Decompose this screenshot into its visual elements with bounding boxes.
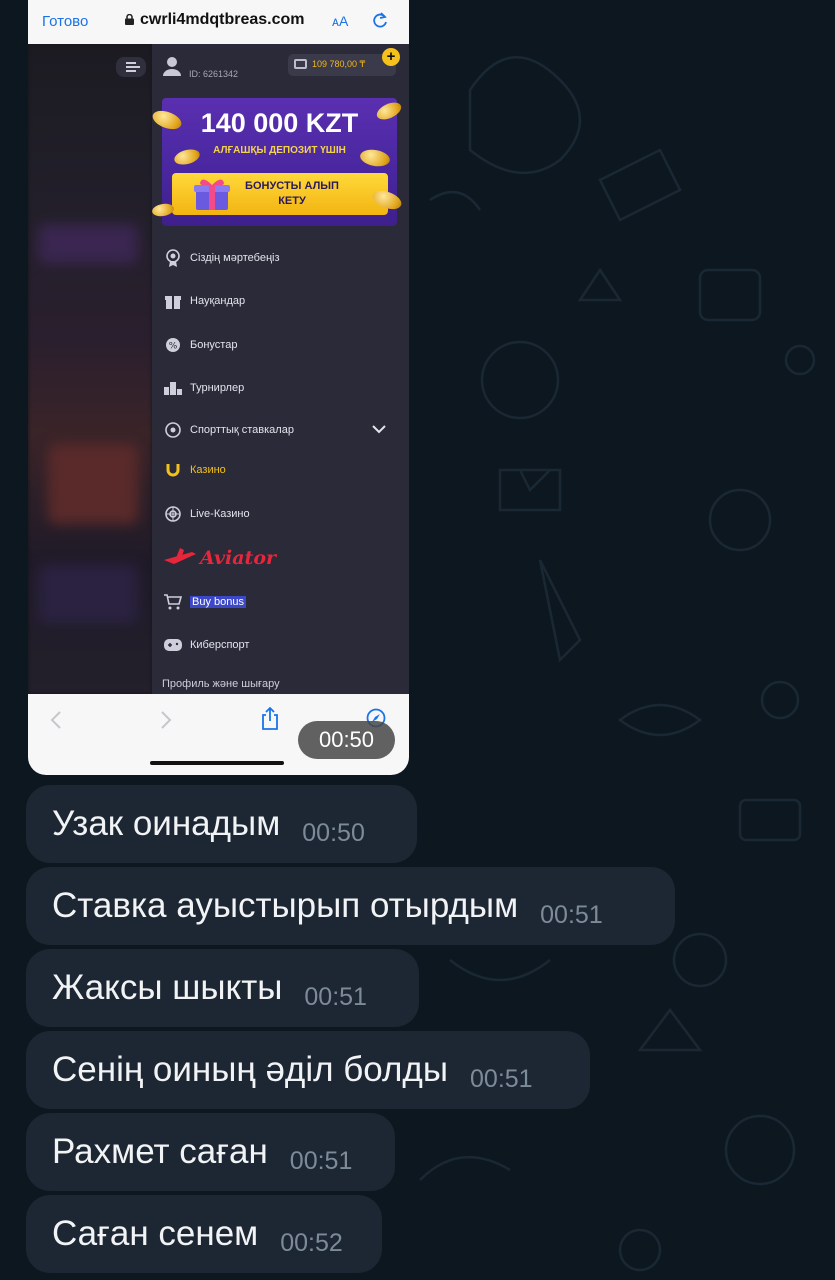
message-time: 00:51 (304, 982, 367, 1011)
soccer-ball-icon (162, 421, 184, 439)
balance-box: 109 780,00 ₸ (288, 54, 396, 76)
message-bubble[interactable]: Узак оинадым 00:50 (26, 785, 417, 863)
podium-icon (162, 379, 184, 397)
claim-bonus-label: БОНУСТЫ АЛЫП КЕТУ (232, 179, 352, 209)
message-bubble[interactable]: Жаксы шыкты 00:51 (26, 949, 419, 1027)
reload-icon (373, 12, 387, 28)
screenshot-image[interactable]: Готово cwrli4mdqtbreas.com ᴀA ID: 626134… (28, 0, 409, 775)
message-text: Рахмет саған (52, 1132, 268, 1171)
horseshoe-icon (162, 461, 184, 479)
message-time: 00:52 (280, 1228, 343, 1257)
bonus-chip-icon: % (162, 336, 184, 354)
message-time: 00:50 (302, 818, 365, 847)
menu-item-label: Live-Казино (190, 508, 250, 520)
done-button: Готово (42, 13, 89, 30)
menu-item-label: Турнирлер (190, 382, 245, 394)
menu-item-label: Buy bonus (190, 596, 246, 608)
home-indicator (150, 761, 284, 765)
blurred-background (28, 44, 152, 694)
promo-banner: 140 000 KZT АЛҒАШҚЫ ДЕПОЗИТ ҮШІН БОНУСТЫ… (162, 98, 397, 226)
gift-box-icon (194, 179, 230, 210)
menu-item-live-casino: Live-Казино (162, 502, 250, 526)
url-text: cwrli4mdqtbreas.com (140, 11, 305, 28)
message-text: Ставка ауыстырып отырдым (52, 886, 519, 925)
message-text: Сенің оиның әділ болды (52, 1050, 449, 1089)
svg-text:%: % (169, 342, 178, 352)
menu-item-label: Науқандар (190, 295, 246, 307)
forward-icon (161, 711, 172, 729)
wallet-icon (294, 59, 307, 69)
gamepad-icon (162, 636, 184, 654)
text-size-button: ᴀA (332, 13, 349, 29)
medal-icon (162, 249, 184, 267)
message-time: 00:51 (470, 1064, 533, 1093)
message-bubble[interactable]: Сенің оиның әділ болды 00:51 (26, 1031, 590, 1109)
add-funds-button: + (382, 48, 400, 66)
menu-item-label: Бонустар (190, 339, 238, 351)
share-icon (262, 706, 278, 730)
menu-item-label: Спорттық ставкалар (190, 424, 294, 436)
menu-item-status: Сіздің мәртебеңіз (162, 246, 280, 270)
balance-amount: 109 780,00 ₸ (312, 59, 366, 69)
lock-icon (125, 14, 134, 25)
gift-icon (162, 292, 184, 310)
user-id: ID: 6261342 (189, 69, 239, 79)
plane-icon (164, 548, 196, 564)
promo-amount: 140 000 KZT (200, 108, 359, 138)
claim-bonus-button: БОНУСТЫ АЛЫП КЕТУ (172, 173, 388, 215)
menu-item-label: Киберспорт (190, 639, 250, 651)
menu-item-bonuses: % Бонустар (162, 333, 237, 357)
user-icon (163, 57, 181, 76)
chevron-down-icon (372, 425, 386, 434)
message-text: Саған сенем (52, 1214, 259, 1253)
aviator-label: Aviator (200, 547, 276, 569)
message-bubble[interactable]: Ставка ауыстырып отырдым 00:51 (26, 867, 675, 945)
cart-icon (162, 593, 184, 611)
menu-item-sports-bets: Спорттық ставкалар (162, 418, 294, 442)
claim-bonus-line1: БОНУСТЫ АЛЫП (245, 180, 339, 192)
message-bubble[interactable]: Саған сенем 00:52 (26, 1195, 382, 1273)
message-time: 00:51 (540, 900, 603, 929)
image-timestamp: 00:50 (298, 721, 395, 759)
message-bubble[interactable]: Рахмет саған 00:51 (26, 1113, 395, 1191)
menu-item-esports: Киберспорт (162, 633, 249, 657)
menu-toggle-icon (116, 57, 146, 77)
message-text: Жаксы шыкты (52, 968, 283, 1007)
menu-item-buy-bonus: Buy bonus (162, 590, 246, 614)
back-icon (50, 711, 61, 729)
menu-item-casino: Казино (162, 458, 226, 482)
menu-item-label: Казино (190, 464, 226, 476)
claim-bonus-line2: КЕТУ (278, 195, 306, 207)
menu-item-profile-cutoff: Профиль және шығару (162, 678, 280, 690)
message-time: 00:51 (289, 1146, 353, 1175)
roulette-icon (162, 505, 184, 523)
menu-item-label: Сіздің мәртебеңіз (190, 252, 280, 264)
browser-address-bar: Готово cwrli4mdqtbreas.com ᴀA (28, 0, 409, 44)
message-text: Узак оинадым (52, 804, 281, 843)
menu-item-aviator: Aviator (162, 546, 276, 573)
menu-item-tournaments: Турнирлер (162, 376, 244, 400)
menu-item-campaigns: Науқандар (162, 289, 245, 313)
